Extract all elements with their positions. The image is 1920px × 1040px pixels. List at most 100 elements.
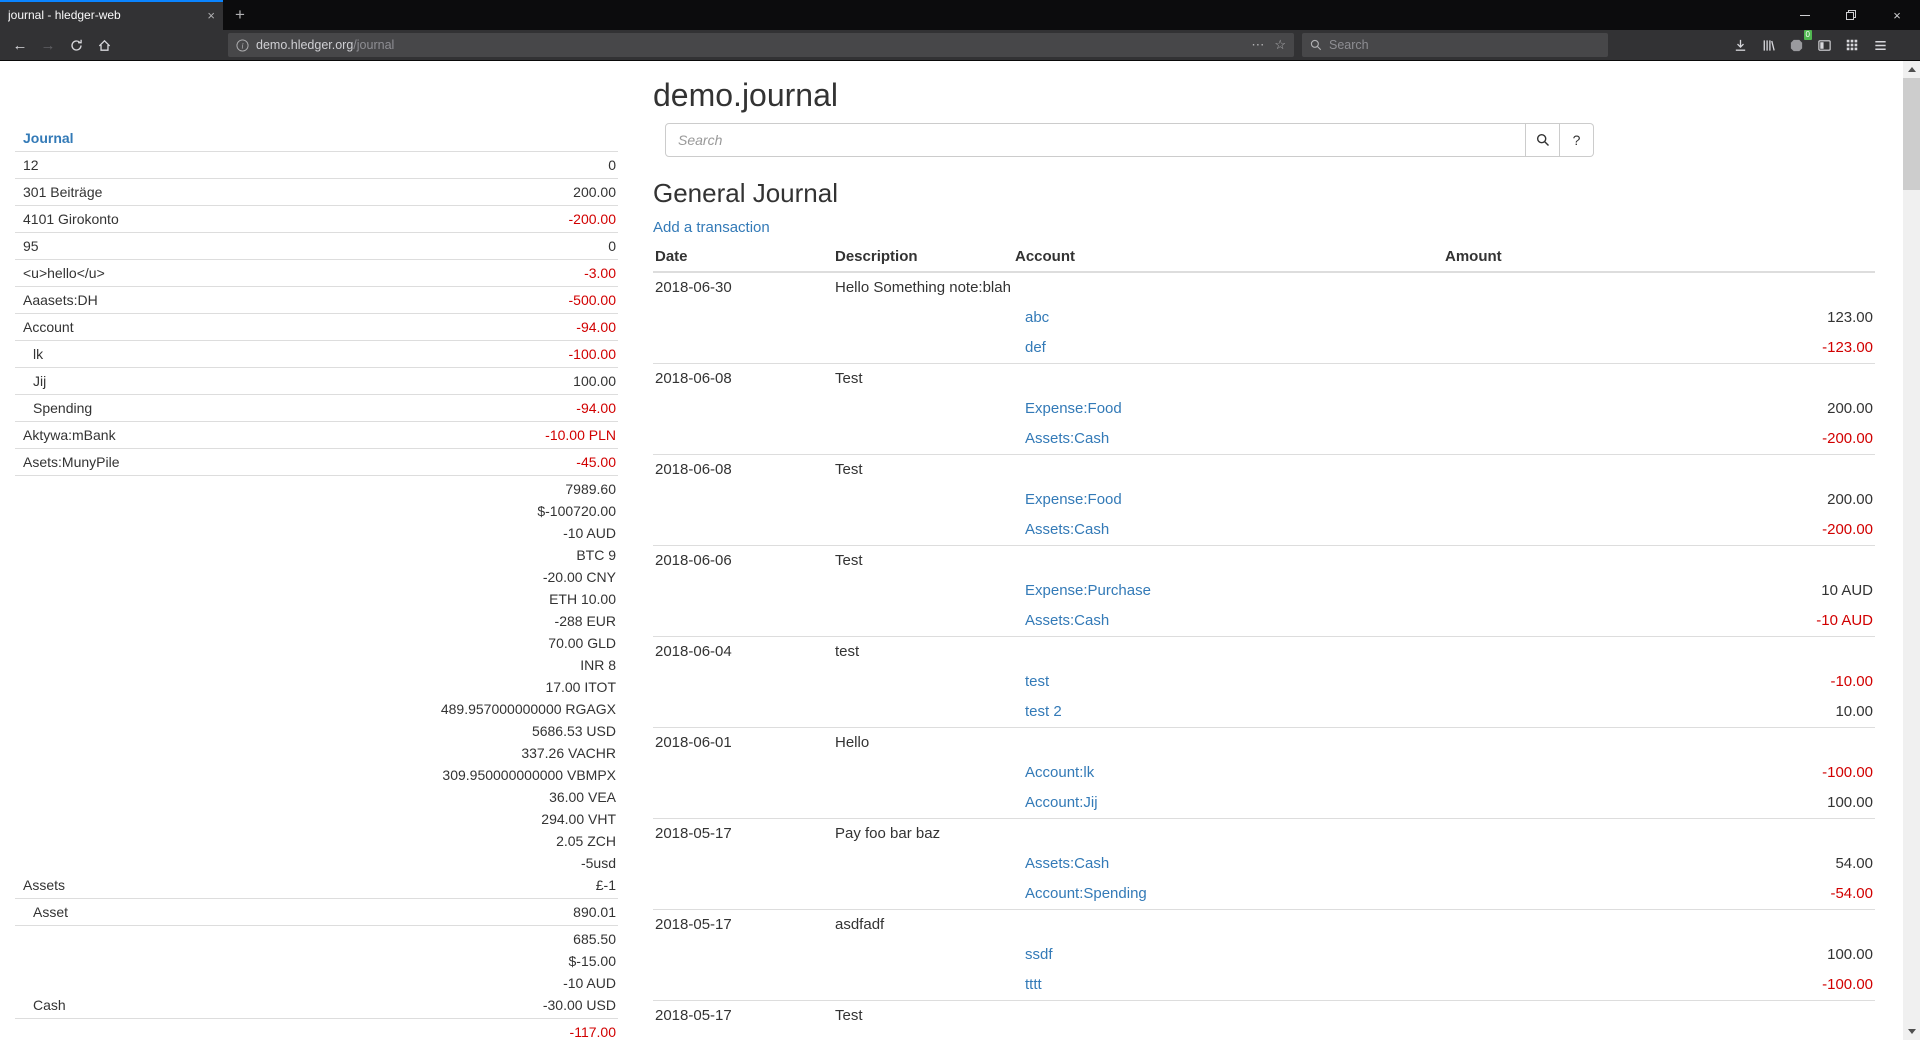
adblock-extension-button[interactable]: 0 — [1782, 33, 1810, 57]
tab-title: journal - hledger-web — [8, 8, 201, 22]
sidebar-account-link[interactable]: 4101 Girokonto — [23, 208, 119, 230]
balance-amount: -117.00 — [570, 1021, 616, 1040]
sidebar-account-link[interactable]: Asset — [33, 901, 68, 923]
journal-search-form: ? — [665, 123, 1594, 157]
add-transaction-link[interactable]: Add a transaction — [653, 219, 770, 236]
page-actions-icon[interactable]: ⋯ — [1251, 37, 1264, 53]
balance-amount: BTC 9 — [441, 544, 616, 566]
transaction-date: 2018-06-08 — [653, 364, 833, 395]
home-button[interactable] — [90, 33, 118, 57]
sidebar-account-row: Aktywa:mBank -10.00 PLN — [15, 421, 618, 448]
sidebar-account-link[interactable]: Aaasets:DH — [23, 289, 98, 311]
forward-button[interactable]: → — [34, 33, 62, 57]
posting-row: tttt -100.00 — [653, 970, 1875, 1001]
sidebar-account-link[interactable]: Cash — [33, 994, 66, 1016]
posting-account-link[interactable]: Account:Spending — [1025, 885, 1147, 902]
posting-account-link[interactable]: Expense:Food — [1025, 491, 1122, 508]
posting-row: ssdf100.00 — [653, 940, 1875, 970]
sidebar-account-link[interactable]: 12 — [23, 154, 39, 176]
browser-tab[interactable]: journal - hledger-web × — [0, 0, 223, 30]
posting-amount: 100.00 — [1443, 788, 1875, 819]
posting-account-link[interactable]: def — [1025, 339, 1046, 356]
downloads-button[interactable] — [1726, 33, 1754, 57]
back-button[interactable]: ← — [6, 33, 34, 57]
sidebar-account-row: -117.00 — [15, 1018, 618, 1040]
reload-button[interactable] — [62, 33, 90, 57]
page-scrollbar[interactable] — [1903, 61, 1920, 1040]
accounts-sidebar: Journal 120301 Beiträge200.004101 Giroko… — [15, 125, 618, 1040]
posting-account-link[interactable]: ssdf — [1025, 946, 1053, 963]
posting-account-link[interactable]: Account:Jij — [1025, 794, 1098, 811]
sidebar-account-row: Aaasets:DH-500.00 — [15, 286, 618, 313]
posting-account-link[interactable]: test 2 — [1025, 703, 1062, 720]
window-restore-button[interactable] — [1828, 0, 1874, 30]
posting-account-link[interactable]: abc — [1025, 309, 1049, 326]
posting-amount: -100.00 — [1443, 970, 1875, 1001]
posting-amount: 123.00 — [1443, 303, 1875, 333]
page-content: Journal 120301 Beiträge200.004101 Giroko… — [0, 61, 1903, 1040]
posting-account-link[interactable]: Expense:Food — [1025, 400, 1122, 417]
sidebar-toggle-button[interactable] — [1810, 33, 1838, 57]
posting-account-link[interactable]: Account:lk — [1025, 764, 1094, 781]
search-button[interactable] — [1526, 123, 1560, 157]
balance-amount: -10.00 PLN — [545, 424, 616, 446]
sidebar-account-row: lk -100.00 — [15, 340, 618, 367]
search-help-button[interactable]: ? — [1560, 123, 1594, 157]
journal-link[interactable]: Journal — [23, 130, 74, 146]
sidebar-account-link[interactable]: Asets:MunyPile — [23, 451, 119, 473]
tab-close-icon[interactable]: × — [207, 9, 215, 22]
sidebar-account-link[interactable]: 95 — [23, 235, 39, 257]
scroll-down-icon[interactable] — [1908, 1029, 1916, 1034]
search-input[interactable] — [665, 123, 1526, 157]
site-info-icon[interactable]: i — [236, 39, 249, 52]
transaction-date: 2018-06-01 — [653, 728, 833, 759]
posting-account-link[interactable]: Assets:Cash — [1025, 612, 1109, 629]
sidebar-account-balance: 890.01 — [573, 901, 618, 923]
sidebar-account-link[interactable]: lk — [33, 343, 43, 365]
posting-account-link[interactable]: tttt — [1025, 976, 1042, 993]
transaction-description: asdfadf — [833, 910, 1875, 941]
browser-search-field[interactable]: Search — [1302, 33, 1608, 57]
transaction-description: test — [833, 637, 1875, 668]
grid-apps-button[interactable] — [1838, 33, 1866, 57]
balance-amount: 309.950000000000 VBMPX — [441, 764, 616, 786]
posting-account-link[interactable]: test — [1025, 673, 1049, 690]
url-bar[interactable]: i demo.hledger.org/journal ⋯ ☆ — [228, 33, 1294, 57]
balance-amount: -100.00 — [569, 343, 616, 365]
window-minimize-button[interactable] — [1782, 0, 1828, 30]
sidebar-account-row: Jij100.00 — [15, 367, 618, 394]
balance-amount: -10 AUD — [543, 972, 616, 994]
bookmark-star-icon[interactable]: ☆ — [1274, 37, 1286, 53]
transaction-description: Test — [833, 546, 1875, 577]
sidebar-account-link[interactable]: Account — [23, 316, 74, 338]
sidebar-account-link[interactable]: <u>hello</u> — [23, 262, 105, 284]
library-button[interactable] — [1754, 33, 1782, 57]
sidebar-account-link[interactable]: Spending — [33, 397, 92, 419]
sidebar-account-link[interactable]: Jij — [33, 370, 46, 392]
scrollbar-thumb[interactable] — [1903, 78, 1920, 190]
download-icon — [1733, 38, 1748, 53]
transaction-row: 2018-05-17asdfadf — [653, 910, 1875, 941]
transaction-row: 2018-05-17Pay foo bar baz — [653, 819, 1875, 850]
posting-account-link[interactable]: Assets:Cash — [1025, 855, 1109, 872]
balance-amount: 489.957000000000 RGAGX — [441, 698, 616, 720]
balance-amount: -94.00 — [576, 316, 616, 338]
scroll-up-button[interactable] — [1903, 61, 1920, 78]
posting-amount: 200.00 — [1443, 485, 1875, 515]
sidebar-account-link[interactable]: Aktywa:mBank — [23, 424, 116, 446]
posting-account-link[interactable]: Expense:Purchase — [1025, 582, 1151, 599]
window-close-button[interactable]: × — [1874, 0, 1920, 30]
sidebar-account-link[interactable]: Assets — [23, 874, 65, 896]
balance-amount: -94.00 — [576, 397, 616, 419]
svg-text:i: i — [241, 41, 244, 50]
posting-account-link[interactable]: Assets:Cash — [1025, 430, 1109, 447]
sidebar-account-row: <u>hello</u>-3.00 — [15, 259, 618, 286]
header-amount: Amount — [1443, 243, 1875, 272]
sidebar-account-link[interactable]: 301 Beiträge — [23, 181, 102, 203]
transaction-description: Hello — [833, 728, 1875, 759]
posting-account-link[interactable]: Assets:Cash — [1025, 521, 1109, 538]
balance-amount: 36.00 VEA — [441, 786, 616, 808]
new-tab-button[interactable]: + — [223, 0, 257, 30]
menu-button[interactable] — [1866, 33, 1894, 57]
balance-amount: 337.26 VACHR — [441, 742, 616, 764]
